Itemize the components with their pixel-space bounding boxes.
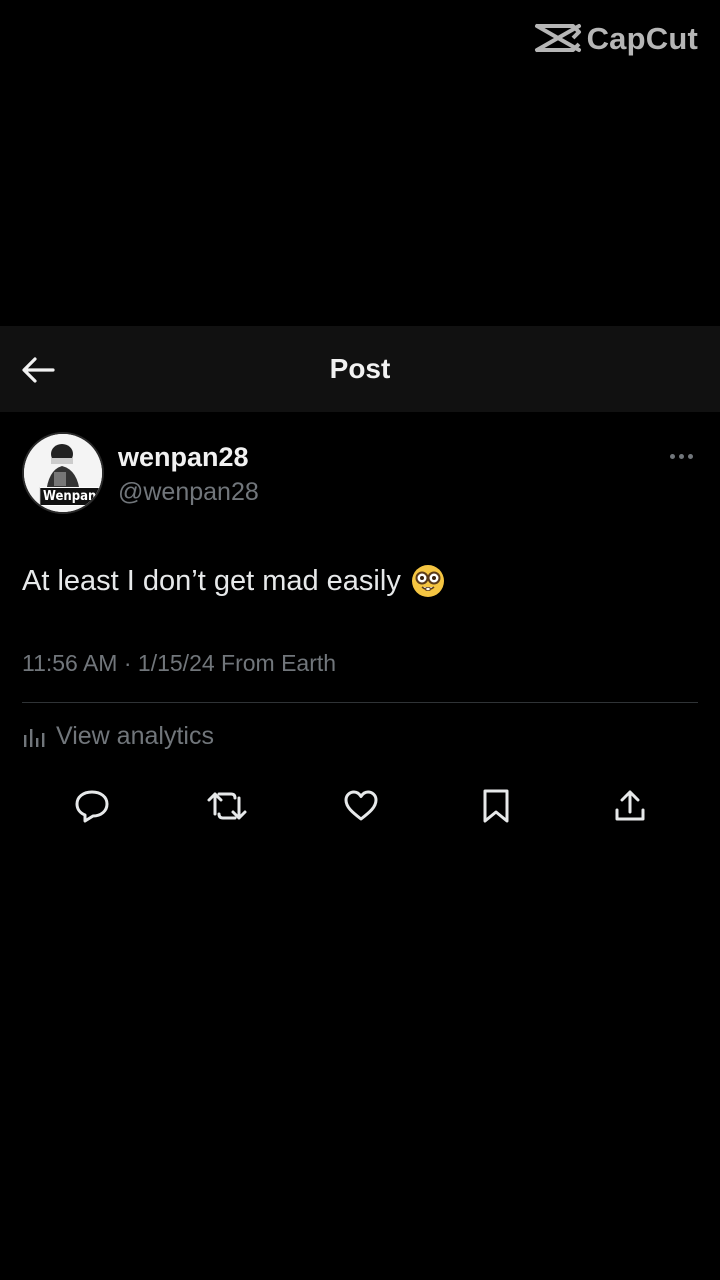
bookmark-button[interactable] — [462, 784, 530, 828]
bookmark-icon — [483, 789, 508, 823]
more-dot-icon — [687, 453, 693, 459]
post-text: At least I don’t get mad easily — [22, 565, 401, 597]
more-dot-icon — [669, 453, 675, 459]
reply-button[interactable] — [58, 784, 126, 828]
divider — [22, 702, 698, 703]
heart-icon — [344, 790, 378, 821]
post-body: At least I don’t get mad easily — [22, 560, 702, 602]
action-bar — [58, 784, 664, 828]
post-author: Wenpan wenpan28 @wenpan28 — [22, 432, 702, 522]
repost-button[interactable] — [193, 784, 261, 828]
post-screen: CapCut Post Wenpan wenpan28 @wenpan28 At… — [0, 0, 720, 1280]
share-button[interactable] — [596, 784, 664, 828]
post-timestamp: 11:56 AM · 1/15/24 From Earth — [22, 650, 337, 676]
more-dot-icon — [678, 453, 684, 459]
capcut-brand-text: CapCut — [586, 21, 698, 56]
display-name[interactable]: wenpan28 — [118, 442, 249, 473]
view-analytics-link[interactable]: View analytics — [22, 722, 214, 751]
more-options-button[interactable] — [666, 448, 696, 464]
nerd-face-emoji-icon — [411, 565, 444, 597]
arrow-left-icon — [22, 357, 55, 383]
top-bar: Post — [0, 326, 720, 412]
avatar[interactable]: Wenpan — [22, 432, 104, 514]
back-button[interactable] — [18, 352, 58, 388]
share-icon — [615, 790, 645, 821]
analytics-icon — [24, 728, 45, 747]
repost-icon — [207, 792, 246, 820]
avatar-badge: Wenpan — [39, 487, 100, 506]
like-button[interactable] — [327, 784, 395, 828]
user-handle[interactable]: @wenpan28 — [118, 478, 259, 507]
page-title: Post — [329, 353, 391, 384]
capcut-logo-icon — [534, 24, 581, 52]
capcut-watermark: CapCut — [533, 20, 698, 58]
reply-icon — [75, 790, 109, 823]
analytics-label: View analytics — [56, 722, 214, 750]
